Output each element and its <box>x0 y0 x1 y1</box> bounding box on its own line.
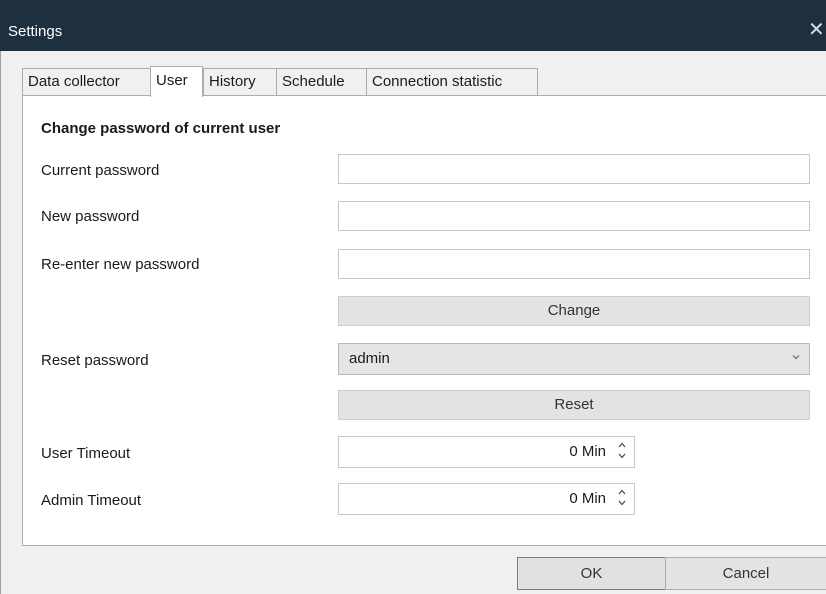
spin-arrows <box>616 488 628 510</box>
title-bar: Settings ✕ <box>0 0 826 51</box>
reset-button[interactable]: Reset <box>338 390 810 420</box>
user-timeout-value: 0 Min <box>569 443 606 460</box>
chevron-down-icon <box>791 352 801 362</box>
spin-arrows <box>616 441 628 463</box>
user-settings-panel: Change password of current user Current … <box>22 95 826 546</box>
reset-user-select[interactable]: admin <box>338 343 810 375</box>
tab-user[interactable]: User <box>150 66 203 97</box>
window-title: Settings <box>8 23 63 40</box>
tab-history[interactable]: History <box>203 68 277 96</box>
new-password-label: New password <box>41 208 140 225</box>
spin-down-icon[interactable] <box>616 499 628 510</box>
tab-connection-statistic[interactable]: Connection statistic <box>366 68 538 96</box>
tab-schedule[interactable]: Schedule <box>276 68 367 96</box>
spin-up-icon[interactable] <box>616 441 628 452</box>
admin-timeout-spinner[interactable]: 0 Min <box>338 483 635 515</box>
admin-timeout-label: Admin Timeout <box>41 492 142 509</box>
change-button[interactable]: Change <box>338 296 810 326</box>
spin-up-icon[interactable] <box>616 488 628 499</box>
user-timeout-spinner[interactable]: 0 Min <box>338 436 635 468</box>
new-password-field[interactable] <box>338 201 810 231</box>
spin-down-icon[interactable] <box>616 452 628 463</box>
section-title: Change password of current user <box>41 120 281 137</box>
current-password-field[interactable] <box>338 154 810 184</box>
close-icon[interactable]: ✕ <box>808 18 826 42</box>
reset-password-label: Reset password <box>41 352 149 369</box>
ok-button[interactable]: OK <box>517 557 666 590</box>
reset-user-selected-value: admin <box>349 350 390 367</box>
reenter-password-field[interactable] <box>338 249 810 279</box>
user-timeout-label: User Timeout <box>41 445 131 462</box>
reenter-password-label: Re-enter new password <box>41 256 200 273</box>
cancel-button[interactable]: Cancel <box>665 557 826 590</box>
admin-timeout-value: 0 Min <box>569 490 606 507</box>
tab-data-collector[interactable]: Data collector <box>22 68 151 96</box>
current-password-label: Current password <box>41 162 160 179</box>
